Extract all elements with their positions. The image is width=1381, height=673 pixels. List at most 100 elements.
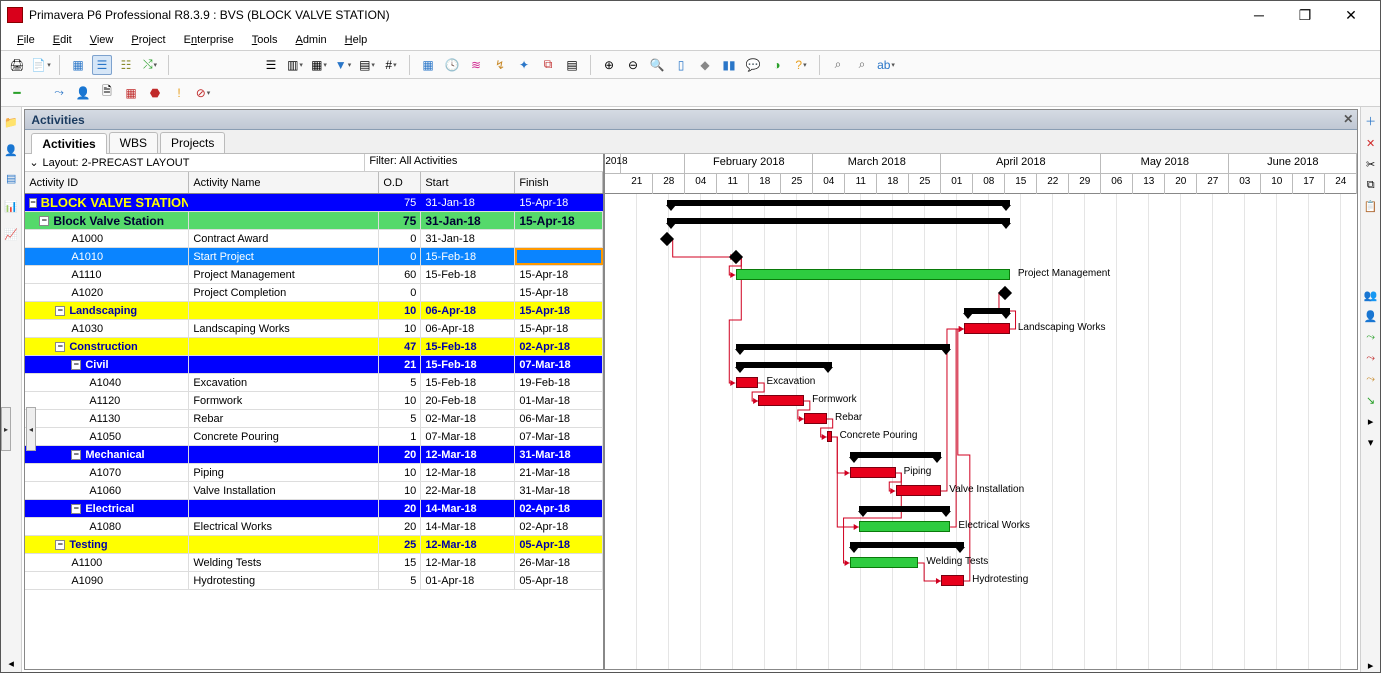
schedule-icon[interactable]: ▦ — [418, 55, 438, 75]
view-wbs-icon[interactable]: ☷ — [116, 55, 136, 75]
milestone[interactable] — [998, 286, 1012, 300]
columns-icon[interactable]: ▥ — [285, 55, 305, 75]
apply-actuals-icon[interactable]: ↯ — [490, 55, 510, 75]
table-row[interactable]: −Electrical2014-Mar-1802-Apr-18 — [25, 500, 603, 518]
summary-bar[interactable] — [850, 452, 941, 458]
level-icon[interactable]: ≋ — [466, 55, 486, 75]
gantt-bar[interactable] — [896, 485, 942, 496]
col-finish[interactable]: Finish — [515, 172, 603, 193]
collapse-icon[interactable]: − — [55, 342, 65, 352]
attachments-icon[interactable]: ◑ — [767, 55, 787, 75]
store-period-icon[interactable]: ▤ — [562, 55, 582, 75]
table-row[interactable]: A1010Start Project015-Feb-18 — [25, 248, 603, 266]
layout-selector[interactable]: ⌄Layout: 2-PRECAST LAYOUT — [25, 154, 365, 171]
table-row[interactable]: A1100Welding Tests1512-Mar-1826-Mar-18 — [25, 554, 603, 572]
milestone[interactable] — [660, 232, 674, 246]
table-row[interactable]: A1020Project Completion015-Apr-18 — [25, 284, 603, 302]
gantt-bar[interactable] — [804, 413, 827, 424]
menu-file[interactable]: File — [9, 32, 43, 48]
summary-bar[interactable] — [736, 362, 832, 368]
add-activity-icon[interactable]: ＋ — [1365, 113, 1376, 129]
assign-role-icon[interactable]: ⤳ — [1366, 352, 1375, 365]
collapse-all-icon[interactable]: ◆ — [695, 55, 715, 75]
paste-icon[interactable]: 📋 — [1364, 200, 1378, 213]
tab-wbs[interactable]: WBS — [109, 132, 158, 153]
expenses-icon[interactable]: ⬣ — [145, 83, 165, 103]
clock-icon[interactable]: 🕓 — [442, 55, 462, 75]
gantt-bar[interactable] — [941, 575, 964, 586]
resources-side-icon[interactable]: 👤 — [2, 141, 20, 159]
zoom-fit-icon[interactable]: 🔍 — [647, 55, 667, 75]
print-icon[interactable]: 🖨 — [7, 55, 27, 75]
collapse-icon[interactable]: − — [71, 504, 81, 514]
menu-view[interactable]: View — [82, 32, 122, 48]
help-icon[interactable]: ? — [791, 55, 811, 75]
gantt-bar[interactable] — [758, 395, 804, 406]
summary-bar[interactable] — [859, 506, 950, 512]
minimize-button[interactable]: ─ — [1236, 1, 1282, 29]
collapse-icon[interactable]: − — [29, 198, 36, 208]
gantt-body[interactable]: Project ManagementLandscaping WorksExcav… — [605, 194, 1357, 669]
menu-help[interactable]: Help — [337, 32, 376, 48]
menu-enterprise[interactable]: Enterprise — [176, 32, 242, 48]
print-preview-icon[interactable]: 📄 — [31, 55, 51, 75]
filter-icon[interactable]: ▼ — [333, 55, 353, 75]
collapse-right-icon[interactable]: ▸ — [1368, 659, 1374, 672]
summary-bar[interactable] — [850, 542, 964, 548]
progress-line-icon[interactable]: ▮▮ — [719, 55, 739, 75]
grid-body[interactable]: −BLOCK VALVE STATION7531-Jan-1815-Apr-18… — [25, 194, 603, 669]
menu-edit[interactable]: Edit — [45, 32, 80, 48]
resource-usage-icon[interactable]: 👥 — [1364, 289, 1378, 302]
table-row[interactable]: −Construction4715-Feb-1802-Apr-18 — [25, 338, 603, 356]
calc-icon[interactable]: ▦ — [121, 83, 141, 103]
gantt-bar[interactable] — [736, 269, 1010, 280]
menu-admin[interactable]: Admin — [287, 32, 334, 48]
zoom-out-icon[interactable]: ⊖ — [623, 55, 643, 75]
table-row[interactable]: −Civil2115-Feb-1807-Mar-18 — [25, 356, 603, 374]
table-row[interactable]: −Block Valve Station7531-Jan-1815-Apr-18 — [25, 212, 603, 230]
collapse-icon[interactable]: − — [71, 450, 81, 460]
table-row[interactable]: A1070Piping1012-Mar-1821-Mar-18 — [25, 464, 603, 482]
gantt-bar[interactable] — [850, 557, 919, 568]
summarize-icon[interactable]: ⧉ — [538, 55, 558, 75]
gantt-bar[interactable] — [850, 467, 896, 478]
resources-icon[interactable]: ⤳ — [49, 83, 69, 103]
col-activity-id[interactable]: Activity ID — [25, 172, 189, 193]
replace-icon[interactable]: ab — [876, 55, 896, 75]
delete-activity-icon[interactable]: ✕ — [1366, 137, 1375, 150]
summary-bar[interactable] — [964, 308, 1010, 314]
table-row[interactable]: A1050Concrete Pouring107-Mar-1807-Mar-18 — [25, 428, 603, 446]
zoom-in-icon[interactable]: ⊕ — [599, 55, 619, 75]
wbs-side-icon[interactable]: 📈 — [2, 225, 20, 243]
view-gantt-icon[interactable]: ☰ — [92, 55, 112, 75]
tab-activities[interactable]: Activities — [31, 133, 106, 154]
table-row[interactable]: A1130Rebar502-Mar-1806-Mar-18 — [25, 410, 603, 428]
issues-icon[interactable]: ! — [169, 83, 189, 103]
view-trace-icon[interactable]: ⤭ — [140, 55, 160, 75]
expand-all-icon[interactable]: ▯ — [671, 55, 691, 75]
col-activity-name[interactable]: Activity Name — [189, 172, 379, 193]
activity-usage-icon[interactable]: 👤 — [1364, 310, 1378, 323]
summary-bar[interactable] — [667, 200, 1010, 206]
projects-side-icon[interactable]: 📁 — [2, 113, 20, 131]
find-icon[interactable]: ⌕ — [828, 55, 848, 75]
hash-icon[interactable]: # — [381, 55, 401, 75]
find-next-icon[interactable]: ⌕ — [852, 55, 872, 75]
threshold-icon[interactable]: ⊘ — [193, 83, 213, 103]
document-icon[interactable]: 🗎 — [97, 83, 117, 103]
collapse-icon[interactable]: − — [71, 360, 81, 370]
table-row[interactable]: A1040Excavation515-Feb-1819-Feb-18 — [25, 374, 603, 392]
collapse-left-handle[interactable]: ◂ — [26, 407, 36, 451]
spotlight-icon[interactable]: 💬 — [743, 55, 763, 75]
panel-close-icon[interactable]: ✕ — [1343, 112, 1353, 126]
col-od[interactable]: O.D — [379, 172, 421, 193]
menu-tools[interactable]: Tools — [244, 32, 286, 48]
bars-icon[interactable]: ☰ — [261, 55, 281, 75]
table-row[interactable]: A1060Valve Installation1022-Mar-1831-Mar… — [25, 482, 603, 500]
menu-project[interactable]: Project — [123, 32, 173, 48]
assign-resource-icon[interactable]: ⤳ — [1366, 331, 1375, 344]
recalc-icon[interactable]: ✦ — [514, 55, 534, 75]
collapse-icon[interactable]: − — [55, 540, 65, 550]
predecessors-icon[interactable]: ↘ — [1366, 394, 1375, 407]
table-row[interactable]: A1030Landscaping Works1006-Apr-1815-Apr-… — [25, 320, 603, 338]
